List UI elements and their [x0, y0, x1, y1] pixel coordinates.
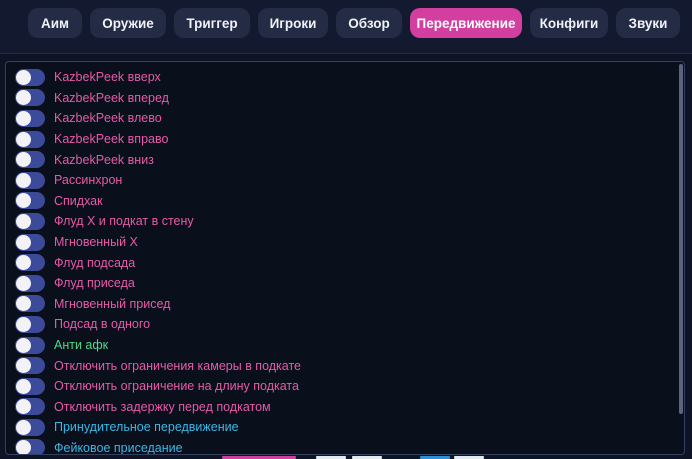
options-list: KazbekPeek вверх KazbekPeek вперед KazbekP…: [15, 67, 665, 455]
option-row: KazbekPeek вниз: [15, 149, 665, 170]
option-row: KazbekPeek влево: [15, 108, 665, 129]
option-toggle[interactable]: [15, 254, 45, 272]
toggle-knob: [16, 213, 31, 229]
option-label: KazbekPeek вверх: [54, 70, 161, 85]
option-row: Флуд приседа: [15, 273, 665, 294]
option-toggle[interactable]: [15, 357, 45, 375]
option-label: Рассинхрон: [54, 173, 123, 188]
tab-sounds[interactable]: Звуки: [616, 8, 680, 38]
toggle-knob: [16, 152, 31, 168]
option-label: Флуд подсада: [54, 255, 136, 270]
option-toggle[interactable]: [15, 68, 45, 86]
option-row: Анти афк: [15, 335, 665, 356]
tab-overview[interactable]: Обзор: [336, 8, 402, 38]
tab-configs[interactable]: Конфиги: [530, 8, 608, 38]
option-toggle[interactable]: [15, 130, 45, 148]
option-label: Отключить задержку перед подкатом: [54, 399, 271, 414]
option-row: Мгновенный X: [15, 232, 665, 253]
option-label: KazbekPeek вперед: [54, 90, 169, 105]
tab-aim[interactable]: Аим: [28, 8, 82, 38]
bottom-edge: [0, 455, 692, 459]
option-toggle[interactable]: [15, 274, 45, 292]
option-toggle[interactable]: [15, 171, 45, 189]
toggle-knob: [16, 172, 31, 188]
option-row: Отключить ограничение на длину подката: [15, 376, 665, 397]
option-row: Рассинхрон: [15, 170, 665, 191]
option-toggle[interactable]: [15, 212, 45, 230]
top-nav-bar: Аим Оружие Триггер Игроки Обзор Передвиж…: [0, 0, 692, 54]
toggle-knob: [16, 419, 31, 435]
option-toggle[interactable]: [15, 439, 45, 454]
option-row: KazbekPeek вперед: [15, 88, 665, 109]
option-label: Мгновенный X: [54, 235, 138, 250]
option-toggle[interactable]: [15, 336, 45, 354]
option-row: Флуд подсада: [15, 252, 665, 273]
option-toggle[interactable]: [15, 377, 45, 395]
toggle-knob: [16, 440, 31, 454]
option-toggle[interactable]: [15, 315, 45, 333]
toggle-knob: [16, 358, 31, 374]
tab-weapons[interactable]: Оружие: [90, 8, 166, 38]
option-label: KazbekPeek вниз: [54, 152, 154, 167]
option-toggle[interactable]: [15, 109, 45, 127]
option-label: Спидхак: [54, 193, 103, 208]
option-row: Мгновенный присед: [15, 294, 665, 315]
tab-movement[interactable]: Передвижение: [410, 8, 522, 38]
toggle-knob: [16, 275, 31, 291]
option-label: Принудительное передвижение: [54, 420, 239, 435]
option-row: KazbekPeek вправо: [15, 129, 665, 150]
options-panel: KazbekPeek вверх KazbekPeek вперед KazbekP…: [5, 61, 685, 455]
toggle-knob: [16, 316, 31, 332]
toggle-knob: [16, 337, 31, 353]
tab-players[interactable]: Игроки: [258, 8, 328, 38]
option-row: Отключить ограничения камеры в подкате: [15, 355, 665, 376]
option-label: Отключить ограничение на длину подката: [54, 379, 299, 394]
option-toggle[interactable]: [15, 418, 45, 436]
option-toggle[interactable]: [15, 295, 45, 313]
option-label: Мгновенный присед: [54, 296, 171, 311]
option-row: Подсад в одного: [15, 314, 665, 335]
option-row: KazbekPeek вверх: [15, 67, 665, 88]
toggle-knob: [16, 234, 31, 250]
toggle-knob: [16, 378, 31, 394]
toggle-knob: [16, 90, 31, 106]
option-label: Фейковое приседание: [54, 440, 183, 455]
option-label: Подсад в одного: [54, 317, 151, 332]
option-toggle[interactable]: [15, 398, 45, 416]
toggle-knob: [16, 110, 31, 126]
toggle-knob: [16, 399, 31, 415]
option-row: Принудительное передвижение: [15, 417, 665, 438]
tab-bar: Аим Оружие Триггер Игроки Обзор Передвиж…: [28, 8, 680, 38]
option-label: KazbekPeek вправо: [54, 132, 169, 147]
option-toggle[interactable]: [15, 233, 45, 251]
option-row: Флуд X и подкат в стену: [15, 211, 665, 232]
tab-trigger[interactable]: Триггер: [174, 8, 250, 38]
option-row: Отключить задержку перед подкатом: [15, 397, 665, 418]
toggle-knob: [16, 255, 31, 271]
toggle-knob: [16, 131, 31, 147]
option-row: Спидхак: [15, 191, 665, 212]
option-row: Фейковое приседание: [15, 438, 665, 455]
option-toggle[interactable]: [15, 192, 45, 210]
scrollbar[interactable]: [679, 64, 683, 414]
option-label: KazbekPeek влево: [54, 111, 162, 126]
option-label: Флуд приседа: [54, 276, 135, 291]
toggle-knob: [16, 193, 31, 209]
toggle-knob: [16, 296, 31, 312]
option-toggle[interactable]: [15, 151, 45, 169]
option-label: Отключить ограничения камеры в подкате: [54, 358, 302, 373]
toggle-knob: [16, 69, 31, 85]
option-label: Анти афк: [54, 338, 109, 353]
option-toggle[interactable]: [15, 89, 45, 107]
option-label: Флуд X и подкат в стену: [54, 214, 194, 229]
